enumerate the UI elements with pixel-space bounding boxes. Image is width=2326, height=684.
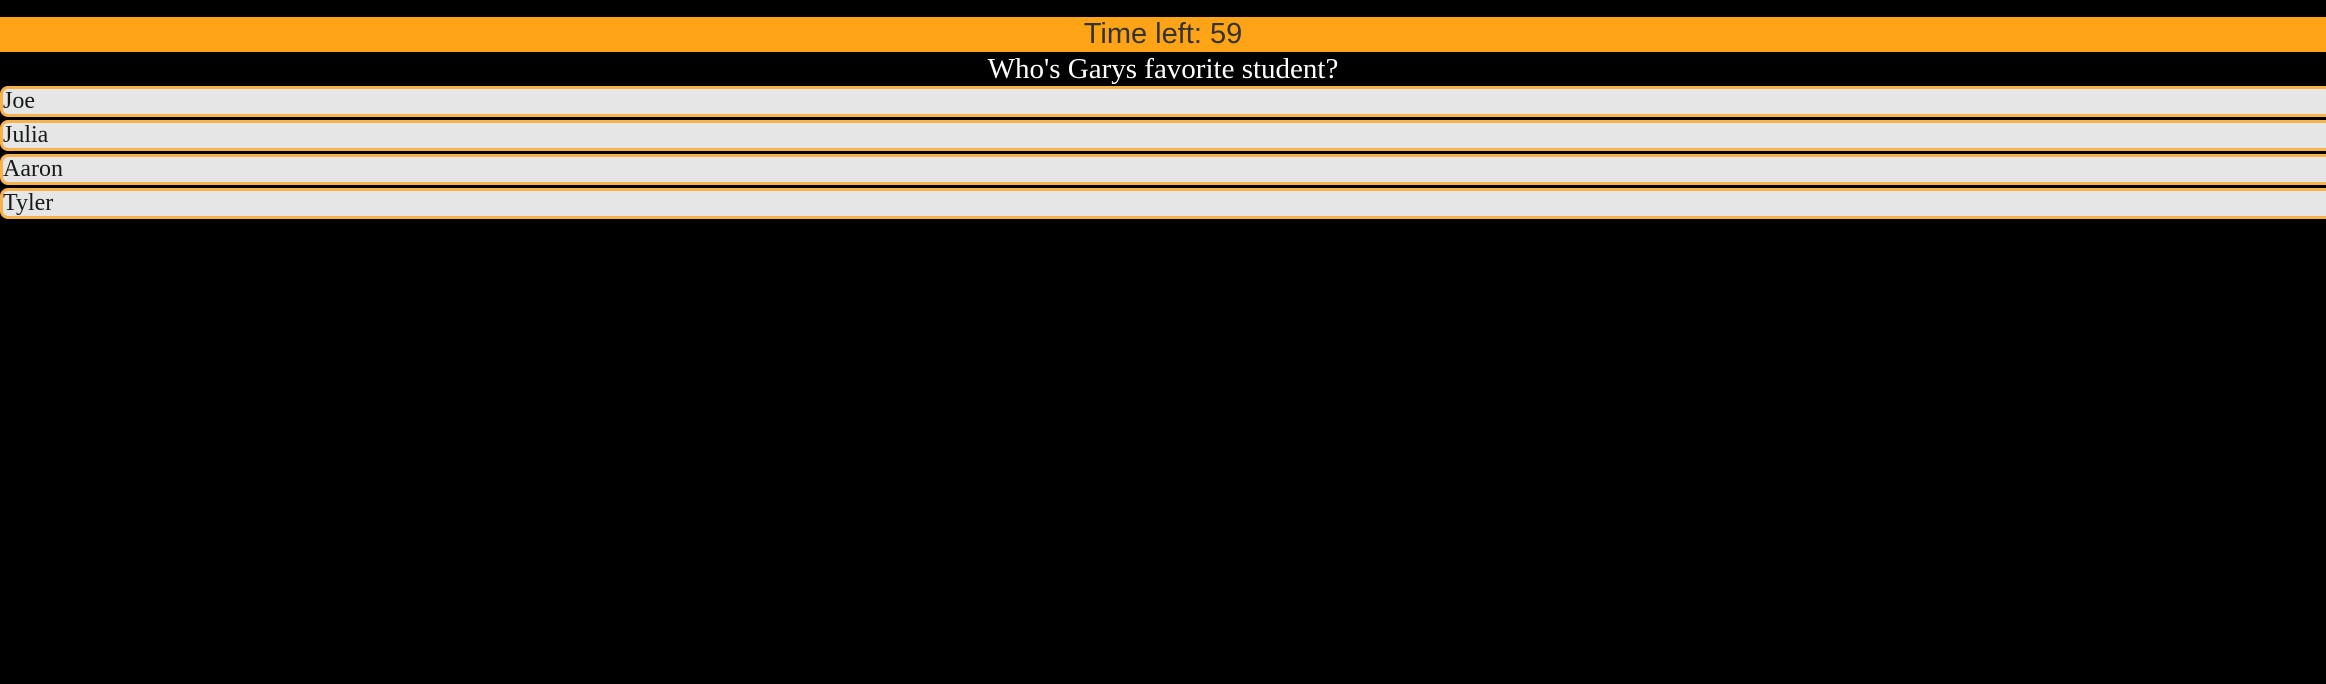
answer-option-joe[interactable]: Joe (0, 86, 2326, 117)
answer-label: Julia (3, 122, 49, 148)
answer-label: Joe (3, 88, 35, 114)
question-text: Who's Garys favorite student? (987, 53, 1339, 85)
answer-option-tyler[interactable]: Tyler (0, 188, 2326, 219)
answer-label: Tyler (3, 190, 54, 216)
timer-bar: Time left: 59 (0, 17, 2326, 52)
answer-option-julia[interactable]: Julia (0, 120, 2326, 151)
answer-list: Joe Julia Aaron Tyler (0, 86, 2326, 222)
answer-option-aaron[interactable]: Aaron (0, 154, 2326, 185)
answer-label: Aaron (3, 156, 63, 182)
timer-label: Time left: 59 (1083, 18, 1243, 50)
